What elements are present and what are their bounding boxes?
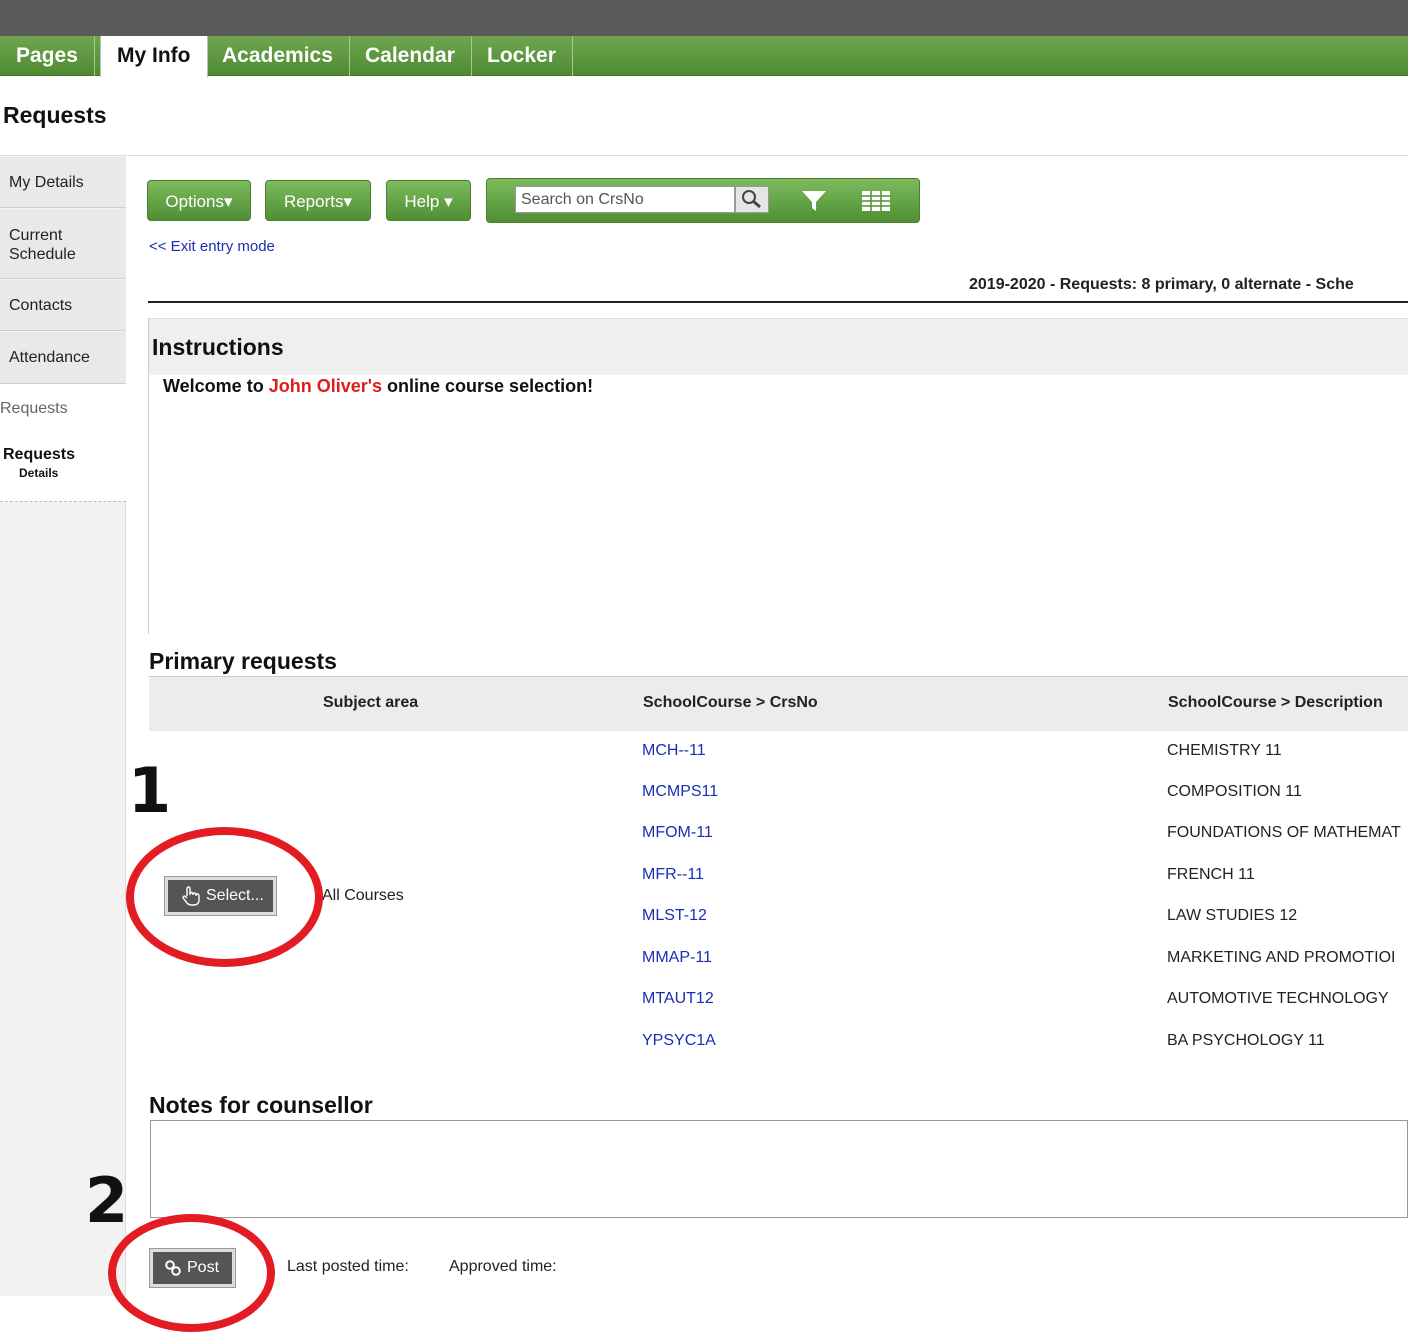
title-divider	[0, 155, 1408, 156]
last-posted-time: Last posted time:	[287, 1258, 409, 1275]
tab-calendar[interactable]: Calendar	[349, 36, 472, 76]
annotation-circle-1	[126, 827, 323, 967]
course-description: FRENCH 11	[1167, 866, 1255, 883]
course-number-link[interactable]: YPSYC1A	[642, 1032, 716, 1050]
caret-down-icon: ▾	[444, 192, 453, 211]
grid-view-icon[interactable]	[860, 189, 892, 213]
course-description: MARKETING AND PROMOTIOI	[1167, 949, 1396, 966]
annotation-number-2: 2	[85, 1164, 129, 1237]
course-description: LAW STUDIES 12	[1167, 907, 1298, 924]
page-title: Requests	[3, 102, 107, 128]
instructions-header	[149, 319, 1408, 375]
page-root: { "nav": { "tabs": [ {"label": "Pages"},…	[0, 0, 1408, 1332]
sidebar-item-requests-detail: Details	[19, 466, 59, 480]
search-button[interactable]	[735, 186, 769, 213]
course-number-link[interactable]: MFR--11	[642, 866, 704, 884]
caret-down-icon: ▾	[343, 192, 353, 211]
instructions-text-after: online course selection!	[382, 376, 594, 396]
sidebar-item-my-details[interactable]: My Details	[0, 157, 126, 208]
requests-summary: 2019-2020 - Requests: 8 primary, 0 alter…	[969, 276, 1354, 293]
caret-down-icon: ▾	[224, 192, 233, 211]
top-header-bar	[0, 0, 1408, 36]
course-description: BA PSYCHOLOGY 11	[1167, 1032, 1325, 1049]
school-name: John Oliver's	[268, 376, 383, 396]
annotation-circle-2	[108, 1214, 275, 1332]
tab-pages[interactable]: Pages	[0, 36, 95, 76]
options-label: Options	[165, 192, 225, 211]
approved-time: Approved time:	[449, 1258, 557, 1275]
help-label: Help	[404, 192, 440, 211]
summary-divider	[148, 301, 1408, 303]
sidebar-sub-heading: Requests	[0, 400, 68, 417]
annotation-number-1: 1	[128, 754, 172, 827]
tab-my-info[interactable]: My Info	[100, 36, 208, 77]
course-number-link[interactable]: MCH--11	[642, 742, 706, 760]
main-nav-tabs: Pages My Info Academics Calendar Locker	[0, 36, 1408, 77]
notes-title: Notes for counsellor	[149, 1092, 373, 1118]
reports-label: Reports	[283, 192, 344, 211]
instructions-text: Welcome to John Oliver's online course s…	[163, 376, 593, 397]
course-number-link[interactable]: MFOM-11	[642, 824, 713, 842]
options-button[interactable]: Options▾	[147, 180, 251, 221]
notes-textarea[interactable]	[150, 1120, 1408, 1218]
exit-entry-mode-link[interactable]: << Exit entry mode	[149, 238, 275, 255]
column-header-crsno[interactable]: SchoolCourse > CrsNo	[643, 694, 818, 712]
course-number-link[interactable]: MMAP-11	[642, 949, 712, 967]
instructions-title: Instructions	[152, 334, 284, 360]
search-input[interactable]	[515, 186, 735, 213]
course-description: FOUNDATIONS OF MATHEMAT	[1167, 824, 1401, 841]
course-number-link[interactable]: MLST-12	[642, 907, 707, 925]
tab-academics[interactable]: Academics	[206, 36, 350, 76]
course-number-link[interactable]: MCMPS11	[642, 783, 718, 801]
course-description: AUTOMOTIVE TECHNOLOGY	[1167, 990, 1389, 1007]
column-header-description[interactable]: SchoolCourse > Description	[1168, 694, 1383, 712]
column-header-subject[interactable]: Subject area	[323, 694, 418, 712]
search-icon	[742, 190, 761, 209]
instructions-text-before: Welcome to	[163, 376, 269, 396]
reports-button[interactable]: Reports▾	[265, 180, 371, 221]
sidebar-item-contacts[interactable]: Contacts	[0, 280, 126, 331]
sidebar-item-attendance[interactable]: Attendance	[0, 332, 126, 384]
primary-requests-title: Primary requests	[149, 648, 337, 674]
sidebar-item-requests[interactable]: Requests	[3, 446, 75, 464]
tab-locker[interactable]: Locker	[471, 36, 573, 76]
course-description: COMPOSITION 11	[1167, 783, 1302, 800]
filter-icon[interactable]	[799, 188, 829, 214]
course-number-link[interactable]: MTAUT12	[642, 990, 714, 1008]
help-button[interactable]: Help ▾	[386, 180, 471, 221]
sidebar-item-current-schedule[interactable]: Current Schedule	[0, 209, 126, 279]
subject-area-value: All Courses	[322, 887, 404, 904]
course-description: CHEMISTRY 11	[1167, 742, 1282, 759]
